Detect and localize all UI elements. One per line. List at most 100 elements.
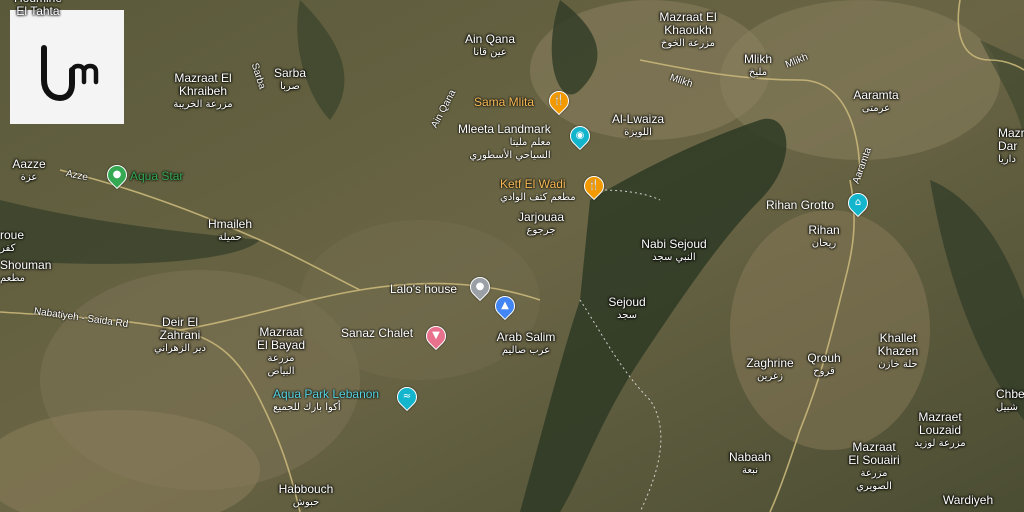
poi-name: Sanaz Chalet: [341, 326, 414, 340]
place-name: Sejoud: [608, 295, 646, 309]
place-label-mlikh[interactable]: Mlikh مليخ: [744, 53, 772, 79]
place-name-arabic: مزرعة الخريبة: [173, 99, 233, 110]
place-label-rihan[interactable]: Rihan ريحان: [808, 224, 839, 250]
brand-logo-icon: [41, 45, 99, 102]
restaurant-icon: 🍴: [587, 180, 601, 191]
place-label-roue[interactable]: roue كفر: [0, 229, 24, 255]
place-label-mazraat-el-bayad[interactable]: Mazraat El Bayad مزرعة البياض: [257, 326, 305, 378]
place-name-arabic: شبيل: [996, 402, 1018, 413]
place-name: Mazraat El Bayad: [256, 325, 306, 352]
poi-label-aqua-park-lebanon[interactable]: Aqua Park Lebanon أكوا بارك للجميع: [273, 388, 379, 414]
place-name: Mazraat El Khraibeh: [174, 71, 232, 98]
poi-name: Sama Mlita: [474, 95, 535, 109]
place-name: Hmaileh: [207, 217, 253, 231]
place-label-jarjouaa[interactable]: Jarjouaa جرجوع: [518, 211, 564, 237]
lodging-icon: ▼: [432, 330, 440, 341]
place-name-arabic: حلة خازن: [878, 359, 918, 370]
place-label-mazraat-el-khaoukh[interactable]: Mazraat El Khaoukh مزرعة الخوخ: [659, 11, 716, 50]
place-name-arabic: زغرين: [757, 371, 783, 382]
place-name: Al-Lwaiza: [611, 112, 665, 126]
place-name: Mazraat El Souairi: [848, 440, 900, 467]
poi-label-mleeta-landmark[interactable]: Mleeta Landmark معلم مليتا السياحي الأسطو…: [458, 123, 551, 162]
poi-label-lalos-house[interactable]: Lalo's house: [390, 283, 457, 296]
place-label-chbe[interactable]: Chbe شبيل: [996, 388, 1024, 414]
place-name: Mlikh: [743, 52, 773, 66]
place-label-sarba[interactable]: Sarba صربا: [274, 67, 306, 93]
place-name-arabic: اللويزة: [624, 127, 652, 138]
place-name-arabic: عرمتى: [861, 103, 891, 114]
place-name-arabic: داريا: [998, 154, 1016, 165]
place-label-wardiyeh[interactable]: Wardiyeh: [943, 494, 993, 507]
place-label-mazraat-el-khraibeh[interactable]: Mazraat El Khraibeh مزرعة الخريبة: [173, 72, 232, 111]
place-label-houmine: Houmine El Tahta: [14, 0, 62, 18]
place-name: Mazr Dar: [998, 126, 1024, 153]
place-name: Jarjouaa: [517, 210, 565, 224]
poi-label-sanaz-chalet[interactable]: Sanaz Chalet: [341, 327, 413, 340]
place-name: Chbe: [996, 387, 1024, 401]
place-name: Mazraet Louzaid: [918, 410, 962, 437]
place-name-arabic: عرب صاليم: [501, 345, 551, 356]
place-label-ain-qana[interactable]: Ain Qana عين قانا: [465, 33, 515, 59]
place-label-sejoud[interactable]: Sejoud سجد: [608, 296, 645, 322]
lodging-icon: ▲: [501, 300, 509, 311]
place-name-arabic: دير الزهراني: [154, 343, 206, 354]
place-label-nabaah[interactable]: Nabaah نبعة: [729, 451, 771, 477]
place-name-arabic: مزرعة الخوخ: [660, 38, 716, 49]
place-name-arabic: مليخ: [748, 67, 768, 78]
place-name-arabic: حبوش: [292, 497, 320, 508]
place-name: Nabaah: [728, 450, 772, 464]
pool-icon: ≈: [402, 391, 412, 402]
place-name: Aaramta: [853, 88, 899, 102]
place-label-nabi-sejoud[interactable]: Nabi Sejoud النبي سجد: [641, 238, 706, 264]
place-label-shouman[interactable]: Shouman مطعم: [0, 259, 51, 285]
poi-name: Lalo's house: [390, 282, 458, 296]
poi-label-sama-mlita[interactable]: Sama Mlita: [474, 96, 534, 109]
landmark-icon: ⌂: [854, 197, 862, 208]
poi-name: Aqua Star: [130, 169, 184, 183]
place-label-arab-salim[interactable]: Arab Salim عرب صاليم: [497, 331, 556, 357]
place-name-arabic: جرجوع: [526, 225, 556, 236]
place-label-mazraat-el-souairi[interactable]: Mazraat El Souairi مزرعة الصويري: [848, 441, 899, 493]
place-label-aazze[interactable]: Aazze عزة: [12, 158, 45, 184]
place-name-arabic: نبعة: [741, 465, 758, 476]
place-label-mazraet-louzaid[interactable]: Mazraet Louzaid مزرعة لوزيد: [914, 411, 965, 450]
place-name-arabic: ريحان: [811, 238, 837, 249]
place-name: Zaghrine: [746, 356, 794, 370]
place-name-arabic: مزرعة البياض: [267, 353, 295, 377]
place-name-arabic: عين قانا: [473, 47, 507, 58]
place-label-habbouch[interactable]: Habbouch حبوش: [279, 483, 334, 509]
place-name: Nabi Sejoud: [641, 237, 707, 251]
place-name-arabic: النبي سجد: [652, 252, 696, 263]
satellite-map[interactable]: [0, 0, 1024, 512]
brand-logo: [10, 10, 124, 124]
place-name-arabic: حميلة: [218, 232, 242, 243]
place-label-mazraat-dar[interactable]: Mazr Dar داريا: [998, 127, 1024, 166]
poi-label-aqua-star[interactable]: Aqua Star: [130, 170, 183, 183]
place-name: Mazraat El Khaoukh: [659, 10, 717, 37]
place-name-arabic: صربا: [280, 81, 300, 92]
place-label-khallet-khazen[interactable]: Khallet Khazen حلة خازن: [878, 332, 919, 371]
place-name: Ain Qana: [464, 32, 516, 46]
poi-name: Ketf El Wadi: [500, 177, 566, 191]
place-name: roue: [0, 228, 25, 242]
place-name-arabic: مزرعة لوزيد: [914, 438, 966, 449]
place-name-arabic: مزرعة الصويري: [856, 468, 892, 492]
camera-icon: ◉: [575, 130, 585, 141]
restaurant-icon: 🍴: [552, 95, 566, 106]
place-name: Rihan: [808, 223, 840, 237]
place-label-qrouh[interactable]: Qrouh قروح: [807, 352, 840, 378]
place-label-zaghrine[interactable]: Zaghrine زغرين: [746, 357, 793, 383]
place-name-arabic: سجد: [616, 310, 638, 321]
place-name: Sarba: [273, 66, 307, 80]
place-label-deir-el-zahrani[interactable]: Deir El Zahrani دير الزهراني: [154, 316, 206, 355]
poi-label-rihan-grotto[interactable]: Rihan Grotto: [766, 199, 834, 212]
poi-name: Aqua Park Lebanon: [273, 387, 380, 401]
place-name: Deir El Zahrani: [159, 315, 201, 342]
place-label-aaramta[interactable]: Aaramta عرمتى: [853, 89, 898, 115]
place-label-al-lwaiza[interactable]: Al-Lwaiza اللويزة: [612, 113, 664, 139]
poi-name-arabic: معلم مليتا السياحي الأسطوري: [469, 137, 551, 161]
poi-label-ketf-el-wadi[interactable]: Ketf El Wadi مطعم كتف الوادي: [500, 178, 576, 204]
pin-icon: ●: [112, 169, 122, 180]
place-name: Shouman: [0, 258, 52, 272]
place-label-hmaileh[interactable]: Hmaileh حميلة: [208, 218, 252, 244]
